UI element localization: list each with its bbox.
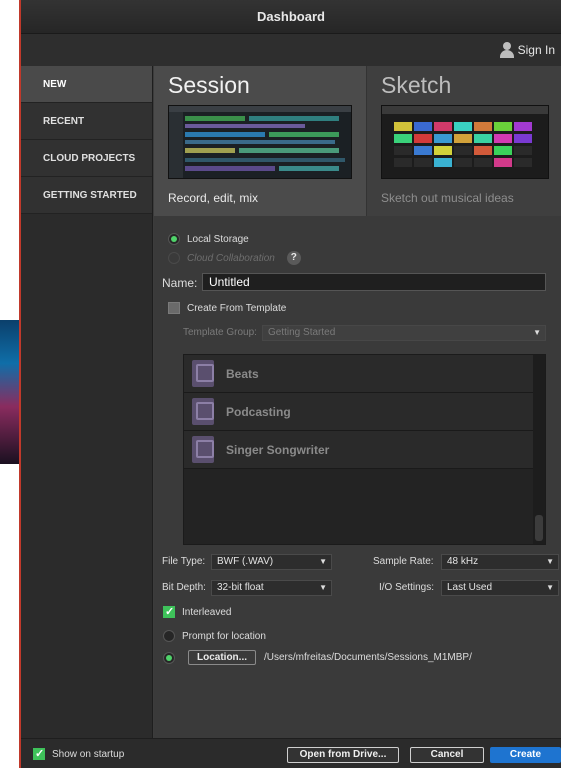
template-item-beats[interactable]: Beats (184, 355, 545, 393)
chevron-down-icon: ▼ (533, 328, 541, 337)
local-storage-radio[interactable] (168, 233, 180, 245)
create-from-template-label: Create From Template (187, 302, 287, 314)
template-group-select: Getting Started ▼ (262, 325, 546, 341)
session-thumbnail (168, 105, 352, 179)
sketch-thumbnail (381, 105, 549, 179)
sketch-card-subtitle: Sketch out musical ideas (381, 191, 514, 205)
template-file-icon (192, 398, 214, 425)
sidebar-item-getting-started[interactable]: GETTING STARTED (21, 177, 152, 214)
project-type-cards: Session Record, edit, mix Sketch Sketch … (154, 66, 561, 216)
sample-rate-select[interactable]: 48 kHz ▼ (441, 554, 559, 570)
cancel-button[interactable]: Cancel (410, 747, 484, 763)
cloud-collaboration-radio (168, 252, 180, 264)
location-radio[interactable] (163, 651, 175, 664)
top-bar: Sign In (21, 34, 561, 66)
file-type-label: File Type: (162, 556, 206, 567)
session-card-subtitle: Record, edit, mix (168, 191, 259, 205)
dashboard-window: Dashboard Sign In NEW RECENT CLOUD PROJE… (21, 0, 561, 768)
background-artwork (0, 320, 20, 464)
session-card-title: Session (168, 72, 250, 98)
template-item-label: Beats (226, 366, 259, 381)
sign-in-button[interactable]: Sign In (499, 42, 555, 58)
bit-depth-value: 32-bit float (217, 582, 264, 593)
name-input[interactable] (202, 273, 546, 291)
bit-depth-select[interactable]: 32-bit float ▼ (211, 580, 332, 596)
interleaved-checkbox[interactable] (163, 605, 175, 618)
template-item-label: Podcasting (226, 404, 291, 419)
create-button[interactable]: Create (490, 747, 561, 763)
io-settings-label: I/O Settings: (379, 582, 435, 593)
sketch-card[interactable]: Sketch Sketch out musical ideas (366, 66, 561, 216)
io-settings-value: Last Used (447, 582, 493, 593)
interleaved-label: Interleaved (182, 606, 232, 618)
local-storage-label: Local Storage (187, 233, 249, 245)
main-content: Session Record, edit, mix Sketch Sketch … (154, 66, 561, 738)
cloud-collaboration-label: Cloud Collaboration (187, 252, 275, 264)
sketch-thumbnail-art (382, 106, 548, 178)
session-card[interactable]: Session Record, edit, mix (154, 66, 366, 216)
sidebar-item-cloud-projects[interactable]: CLOUD PROJECTS (21, 140, 152, 177)
sample-rate-value: 48 kHz (447, 556, 479, 567)
sidebar: NEW RECENT CLOUD PROJECTS GETTING STARTE… (21, 66, 153, 738)
template-item-singer-songwriter[interactable]: Singer Songwriter (184, 431, 545, 469)
location-option[interactable]: Location... /Users/mfreitas/Documents/Se… (163, 650, 472, 665)
chevron-down-icon: ▼ (546, 583, 554, 592)
prompt-for-location-radio[interactable] (163, 630, 175, 642)
template-list: Beats Podcasting Singer Songwriter (183, 354, 546, 545)
template-file-icon (192, 436, 214, 463)
show-on-startup-option[interactable]: Show on startup (33, 747, 125, 760)
chevron-down-icon: ▼ (546, 557, 554, 566)
template-group-label: Template Group: (183, 327, 257, 338)
template-file-icon (192, 360, 214, 387)
footer-bar: Show on startup Open from Drive... Cance… (21, 738, 561, 768)
prompt-for-location-label: Prompt for location (182, 630, 266, 642)
template-group-value: Getting Started (268, 327, 336, 338)
help-icon[interactable]: ? (286, 251, 301, 265)
local-storage-option[interactable]: Local Storage (168, 233, 249, 245)
file-type-select[interactable]: BWF (.WAV) ▼ (211, 554, 332, 570)
user-icon (499, 42, 514, 58)
show-on-startup-checkbox[interactable] (33, 747, 45, 760)
template-item-podcasting[interactable]: Podcasting (184, 393, 545, 431)
sidebar-item-new[interactable]: NEW (21, 66, 152, 103)
chevron-down-icon: ▼ (319, 557, 327, 566)
interleaved-option[interactable]: Interleaved (163, 605, 232, 618)
template-item-label: Singer Songwriter (226, 442, 330, 457)
sign-in-label: Sign In (517, 43, 555, 57)
name-label: Name: (162, 276, 198, 290)
prompt-for-location-option[interactable]: Prompt for location (163, 630, 266, 642)
location-button[interactable]: Location... (188, 650, 256, 665)
create-from-template-option[interactable]: Create From Template (168, 302, 286, 314)
bit-depth-label: Bit Depth: (162, 582, 206, 593)
create-from-template-checkbox[interactable] (168, 302, 180, 314)
io-settings-select[interactable]: Last Used ▼ (441, 580, 559, 596)
sketch-card-title: Sketch (381, 72, 452, 98)
file-type-value: BWF (.WAV) (217, 556, 274, 567)
sample-rate-label: Sample Rate: (373, 556, 434, 567)
sidebar-item-recent[interactable]: RECENT (21, 103, 152, 140)
window-title: Dashboard (21, 0, 561, 34)
show-on-startup-label: Show on startup (52, 748, 125, 760)
session-thumbnail-art (169, 106, 351, 178)
chevron-down-icon: ▼ (319, 583, 327, 592)
template-list-scrollbar[interactable] (533, 355, 545, 544)
cloud-collaboration-option: Cloud Collaboration ? (168, 251, 301, 265)
location-path: /Users/mfreitas/Documents/Sessions_M1MBP… (264, 652, 472, 663)
open-from-drive-button[interactable]: Open from Drive... (287, 747, 399, 763)
